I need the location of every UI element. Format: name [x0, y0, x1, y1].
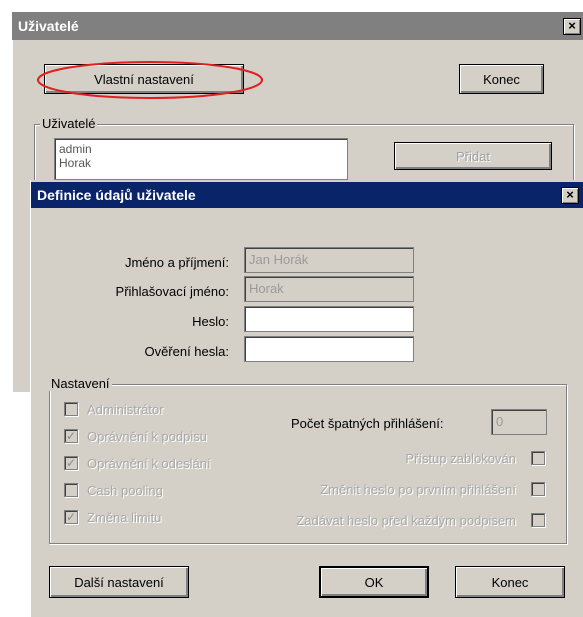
users-list[interactable]: admin Horak	[54, 138, 348, 180]
login-label: Přihlašovací jméno:	[115, 284, 229, 299]
password-confirm-label: Ověření hesla:	[144, 344, 229, 359]
checkbox-sign-permission[interactable]: ✓	[64, 429, 78, 443]
back-window-titlebar: Uživatelé	[12, 12, 583, 40]
password-confirm-field[interactable]	[244, 336, 414, 362]
dialog-close-button[interactable]: Konec	[455, 566, 565, 598]
checkbox-label-limit-change: Změna limitu	[87, 510, 162, 525]
more-settings-button[interactable]: Další nastavení	[49, 566, 189, 598]
checkbox-label-send-permission: Oprávnění k odeslání	[87, 456, 211, 471]
dialog-titlebar: Definice údajů uživatele	[31, 182, 583, 208]
checkbox-label-cash-pooling: Cash pooling	[87, 483, 163, 498]
checkbox-send-permission[interactable]: ✓	[64, 456, 78, 470]
checkbox-password-each-sign[interactable]	[531, 513, 545, 527]
back-close-button-label: Konec	[483, 71, 520, 87]
checkbox-cash-pooling[interactable]	[64, 483, 78, 497]
user-details-dialog: Definice údajů uživatele × Jméno a příjm…	[30, 180, 583, 617]
more-settings-button-label: Další nastavení	[74, 574, 164, 590]
password-field[interactable]	[244, 306, 414, 332]
bad-logins-label: Počet špatných přihlášení:	[291, 416, 444, 431]
users-group-label: Uživatelé	[40, 116, 98, 131]
full-name-field[interactable]: Jan Horák	[244, 247, 414, 273]
settings-group-label: Nastavení	[49, 376, 112, 391]
highlight-ellipse	[37, 61, 263, 99]
checkbox-label-administrator: Administrátor	[87, 402, 164, 417]
ok-button[interactable]: OK	[319, 566, 429, 598]
checkbox-access-blocked[interactable]	[531, 451, 545, 465]
dialog-title: Definice údajů uživatele	[37, 187, 196, 203]
checkbox-limit-change[interactable]: ✓	[64, 510, 78, 524]
checkbox-label-change-password-first-login: Změnit heslo po prvním přihlášení	[320, 482, 516, 497]
checkbox-label-access-blocked: Přístup zablokován	[405, 451, 516, 466]
dialog-close-button-label: Konec	[491, 574, 529, 590]
add-user-button[interactable]: Přidat	[394, 142, 552, 170]
back-window-close-icon[interactable]: ×	[563, 18, 581, 35]
checkbox-change-password-first-login[interactable]	[531, 482, 545, 496]
back-close-button[interactable]: Konec	[459, 64, 544, 94]
login-field[interactable]: Horak	[244, 276, 414, 302]
checkbox-administrator[interactable]	[64, 402, 78, 416]
back-window-title: Uživatelé	[18, 18, 79, 34]
checkbox-label-sign-permission: Oprávnění k podpisu	[87, 429, 207, 444]
add-user-button-label: Přidat	[456, 148, 490, 164]
list-item[interactable]: Horak	[59, 156, 343, 170]
bad-logins-field[interactable]: 0	[491, 409, 547, 435]
list-item[interactable]: admin	[59, 142, 343, 156]
dialog-close-icon[interactable]: ×	[561, 187, 579, 204]
full-name-label: Jméno a příjmení:	[124, 255, 229, 270]
checkbox-label-password-each-sign: Zadávat heslo před každým podpisem	[296, 513, 516, 528]
password-label: Heslo:	[192, 314, 229, 329]
ok-button-label: OK	[364, 574, 384, 590]
